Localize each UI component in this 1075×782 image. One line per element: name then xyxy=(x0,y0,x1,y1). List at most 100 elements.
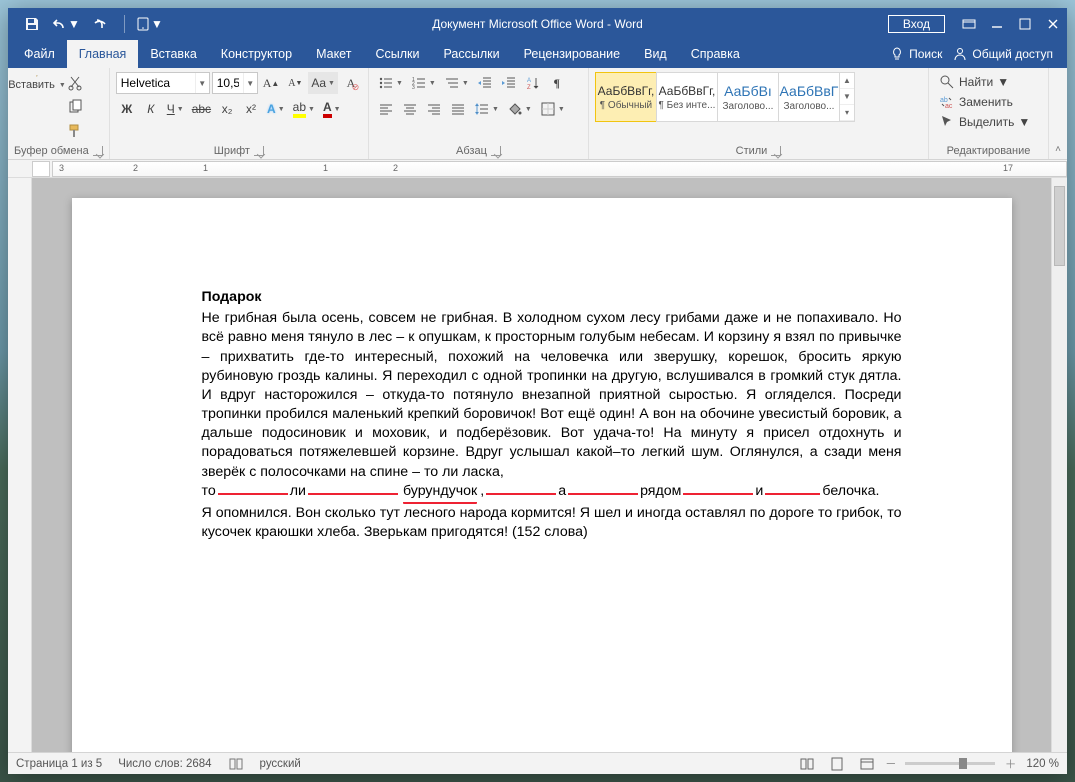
tab-view[interactable]: Вид xyxy=(632,40,679,68)
style-no-spacing[interactable]: АаБбВвГг,¶ Без инте... xyxy=(656,72,718,122)
italic-button[interactable]: К xyxy=(140,98,162,120)
indent-button[interactable] xyxy=(498,72,520,94)
font-size-input[interactable] xyxy=(213,73,243,93)
status-page[interactable]: Страница 1 из 5 xyxy=(16,758,102,770)
scrollbar-thumb[interactable] xyxy=(1054,186,1065,266)
grow-font-button[interactable]: A▲ xyxy=(260,72,283,94)
tab-review[interactable]: Рецензирование xyxy=(512,40,633,68)
ruler-corner[interactable] xyxy=(32,161,50,177)
chevron-down-icon[interactable]: ▼ xyxy=(243,73,257,93)
dialog-launcher-icon[interactable] xyxy=(771,146,781,156)
tab-mailings[interactable]: Рассылки xyxy=(431,40,511,68)
touch-mode-button[interactable]: ▼ xyxy=(135,10,163,38)
maximize-button[interactable] xyxy=(1011,10,1039,38)
chevron-down-icon: ▼ xyxy=(68,17,80,31)
tab-home[interactable]: Главная xyxy=(67,40,139,68)
horizontal-ruler[interactable]: 3211217 xyxy=(52,161,1067,177)
chevron-up-icon[interactable]: ▲ xyxy=(840,73,854,89)
copy-button[interactable] xyxy=(64,96,86,118)
cut-button[interactable] xyxy=(64,72,86,94)
save-button[interactable] xyxy=(18,10,46,38)
tab-design[interactable]: Конструктор xyxy=(209,40,304,68)
strike-button[interactable]: abc xyxy=(189,98,214,120)
show-marks-button[interactable]: ¶ xyxy=(546,72,568,94)
view-read-button[interactable] xyxy=(797,756,817,772)
borders-button[interactable]: ▼ xyxy=(537,98,568,120)
tab-references[interactable]: Ссылки xyxy=(363,40,431,68)
style-normal[interactable]: АаБбВвГг,¶ Обычный xyxy=(595,72,657,122)
subscript-button[interactable]: x₂ xyxy=(216,98,238,120)
multilevel-button[interactable]: ▼ xyxy=(441,72,472,94)
collapse-ribbon-button[interactable]: ˄ xyxy=(1055,144,1061,155)
chevron-down-icon[interactable]: ▼ xyxy=(195,73,209,93)
numbering-button[interactable]: 123▼ xyxy=(408,72,439,94)
sort-button[interactable]: AZ xyxy=(522,72,544,94)
align-left-button[interactable] xyxy=(375,98,397,120)
line-spacing-button[interactable]: ▼ xyxy=(471,98,502,120)
shrink-font-button[interactable]: A▼ xyxy=(284,72,306,94)
align-right-button[interactable] xyxy=(423,98,445,120)
paste-button[interactable]: Вставить▼ xyxy=(14,72,60,94)
tab-insert[interactable]: Вставка xyxy=(138,40,208,68)
shading-button[interactable]: ▼ xyxy=(504,98,535,120)
horizontal-ruler-row: 3211217 xyxy=(8,160,1067,178)
clear-format-button[interactable]: A⊘ xyxy=(340,72,362,94)
highlight-button[interactable]: ab▼ xyxy=(290,98,318,120)
zoom-slider[interactable] xyxy=(905,762,995,765)
view-print-button[interactable] xyxy=(827,756,847,772)
style-heading1[interactable]: АаБбВıЗаголово... xyxy=(717,72,779,122)
replace-button[interactable]: abacЗаменить xyxy=(935,92,1017,112)
format-painter-button[interactable] xyxy=(64,120,86,142)
zoom-thumb[interactable] xyxy=(959,758,967,769)
select-button[interactable]: Выделить▼ xyxy=(935,112,1034,132)
view-web-button[interactable] xyxy=(857,756,877,772)
align-left-icon xyxy=(378,101,394,117)
outdent-button[interactable] xyxy=(474,72,496,94)
document-page[interactable]: Подарок Не грибная была осень, совсем не… xyxy=(72,198,1012,752)
text-title: Подарок xyxy=(202,288,902,307)
tab-help[interactable]: Справка xyxy=(679,40,752,68)
dialog-launcher-icon[interactable] xyxy=(254,146,264,156)
ribbon-display-button[interactable] xyxy=(955,10,983,38)
document-body[interactable]: Подарок Не грибная была осень, совсем не… xyxy=(202,288,902,542)
numbering-icon: 123 xyxy=(411,75,427,91)
status-words[interactable]: Число слов: 2684 xyxy=(118,758,211,770)
tab-file[interactable]: Файл xyxy=(12,40,67,68)
minimize-button[interactable] xyxy=(983,10,1011,38)
document-viewport[interactable]: Подарок Не грибная была осень, совсем не… xyxy=(8,178,1067,752)
bold-button[interactable]: Ж xyxy=(116,98,138,120)
styles-gallery[interactable]: АаБбВвГг,¶ Обычный АаБбВвГг,¶ Без инте..… xyxy=(595,72,855,122)
line-spacing-icon xyxy=(474,101,490,117)
status-proofing[interactable] xyxy=(228,756,244,772)
superscript-button[interactable]: x² xyxy=(240,98,262,120)
svg-text:ac: ac xyxy=(945,103,953,110)
font-color-button[interactable]: A▼ xyxy=(320,98,344,120)
dialog-launcher-icon[interactable] xyxy=(491,146,501,156)
bullets-button[interactable]: ▼ xyxy=(375,72,406,94)
more-icon[interactable]: ▾ xyxy=(840,105,854,121)
text-effects-button[interactable]: A▼ xyxy=(264,98,288,120)
undo-button[interactable]: ▼ xyxy=(52,10,80,38)
share-button[interactable]: Общий доступ xyxy=(952,46,1053,62)
justify-button[interactable] xyxy=(447,98,469,120)
tab-layout[interactable]: Макет xyxy=(304,40,363,68)
status-language[interactable]: русский xyxy=(260,758,301,770)
font-name-input[interactable] xyxy=(117,73,195,93)
font-size-combo[interactable]: ▼ xyxy=(212,72,258,94)
close-button[interactable] xyxy=(1039,10,1067,38)
style-heading2[interactable]: АаБбВвГЗаголово... xyxy=(778,72,840,122)
sign-in-button[interactable]: Вход xyxy=(888,15,945,33)
find-button[interactable]: Найти▼ xyxy=(935,72,1013,92)
styles-scroll[interactable]: ▲▼▾ xyxy=(839,72,855,122)
underline-button[interactable]: Ч▼ xyxy=(164,98,187,120)
vertical-scrollbar[interactable] xyxy=(1051,178,1067,752)
dialog-launcher-icon[interactable] xyxy=(93,146,103,156)
chevron-down-icon[interactable]: ▼ xyxy=(840,89,854,105)
align-center-button[interactable] xyxy=(399,98,421,120)
redo-button[interactable] xyxy=(86,10,114,38)
font-name-combo[interactable]: ▼ xyxy=(116,72,210,94)
change-case-button[interactable]: Aa▼ xyxy=(308,72,338,94)
vertical-ruler[interactable] xyxy=(8,178,32,752)
zoom-value[interactable]: 120 % xyxy=(1026,758,1059,770)
tell-me-search[interactable]: Поиск xyxy=(889,46,942,62)
